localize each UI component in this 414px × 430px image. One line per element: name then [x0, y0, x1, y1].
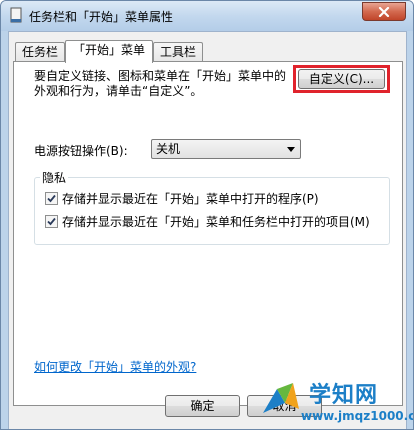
title-bar[interactable]: 任务栏和「开始」菜单属性: [1, 1, 413, 31]
start-menu-panel: 要自定义链接、图标和菜单在「开始」菜单中的外观和行为，请单击“自定义”。 自定义…: [13, 61, 403, 406]
watermark-logo-icon: [263, 383, 299, 413]
privacy-legend: 隐私: [40, 169, 69, 186]
taskbar-app-icon: [10, 7, 22, 23]
privacy-group: 存储并显示最近在「开始」菜单中打开的程序(P) 存储并显示最近在「开始」菜单和任…: [34, 177, 390, 245]
window-title: 任务栏和「开始」菜单属性: [29, 10, 174, 24]
watermark-url: www.jmqz1000.com: [301, 409, 413, 423]
tab-toolbars[interactable]: 工具栏: [153, 42, 203, 62]
chevron-down-icon: [287, 147, 295, 152]
close-icon: [378, 6, 390, 17]
power-button-value: 关机: [156, 142, 181, 156]
checkmark-icon: [47, 217, 56, 226]
customize-description: 要自定义链接、图标和菜单在「开始」菜单中的外观和行为，请单击“自定义”。: [34, 69, 287, 98]
power-button-label: 电源按钮操作(B):: [34, 144, 128, 158]
watermark-title: 学知网: [309, 383, 379, 408]
customize-button[interactable]: 自定义(C)...: [298, 69, 385, 89]
watermark: 学知网 www.jmqz1000.com: [257, 373, 413, 429]
privacy-recent-items[interactable]: 存储并显示最近在「开始」菜单和任务栏中打开的项目(M): [45, 213, 370, 230]
tab-taskbar[interactable]: 任务栏: [15, 42, 65, 62]
tab-strip: 任务栏 「开始」菜单 工具栏: [13, 40, 403, 63]
properties-window: 任务栏和「开始」菜单属性 任务栏 「开始」菜单 工具栏 要自定义链接、图标和菜单…: [0, 0, 414, 430]
power-button-select[interactable]: 关机: [151, 139, 301, 159]
close-button[interactable]: [362, 2, 406, 21]
checkmark-icon: [47, 194, 56, 203]
recent-items-label: 存储并显示最近在「开始」菜单和任务栏中打开的项目(M): [62, 215, 370, 229]
recent-items-checkbox[interactable]: [45, 215, 58, 228]
recent-programs-label: 存储并显示最近在「开始」菜单中打开的程序(P): [62, 192, 319, 206]
recent-programs-checkbox[interactable]: [45, 192, 58, 205]
help-link[interactable]: 如何更改「开始」菜单的外观?: [34, 358, 196, 375]
privacy-recent-programs[interactable]: 存储并显示最近在「开始」菜单中打开的程序(P): [45, 190, 319, 207]
dialog-client-area: 任务栏 「开始」菜单 工具栏 要自定义链接、图标和菜单在「开始」菜单中的外观和行…: [8, 31, 407, 429]
tab-start-menu[interactable]: 「开始」菜单: [65, 40, 153, 63]
ok-button[interactable]: 确定: [165, 395, 240, 417]
